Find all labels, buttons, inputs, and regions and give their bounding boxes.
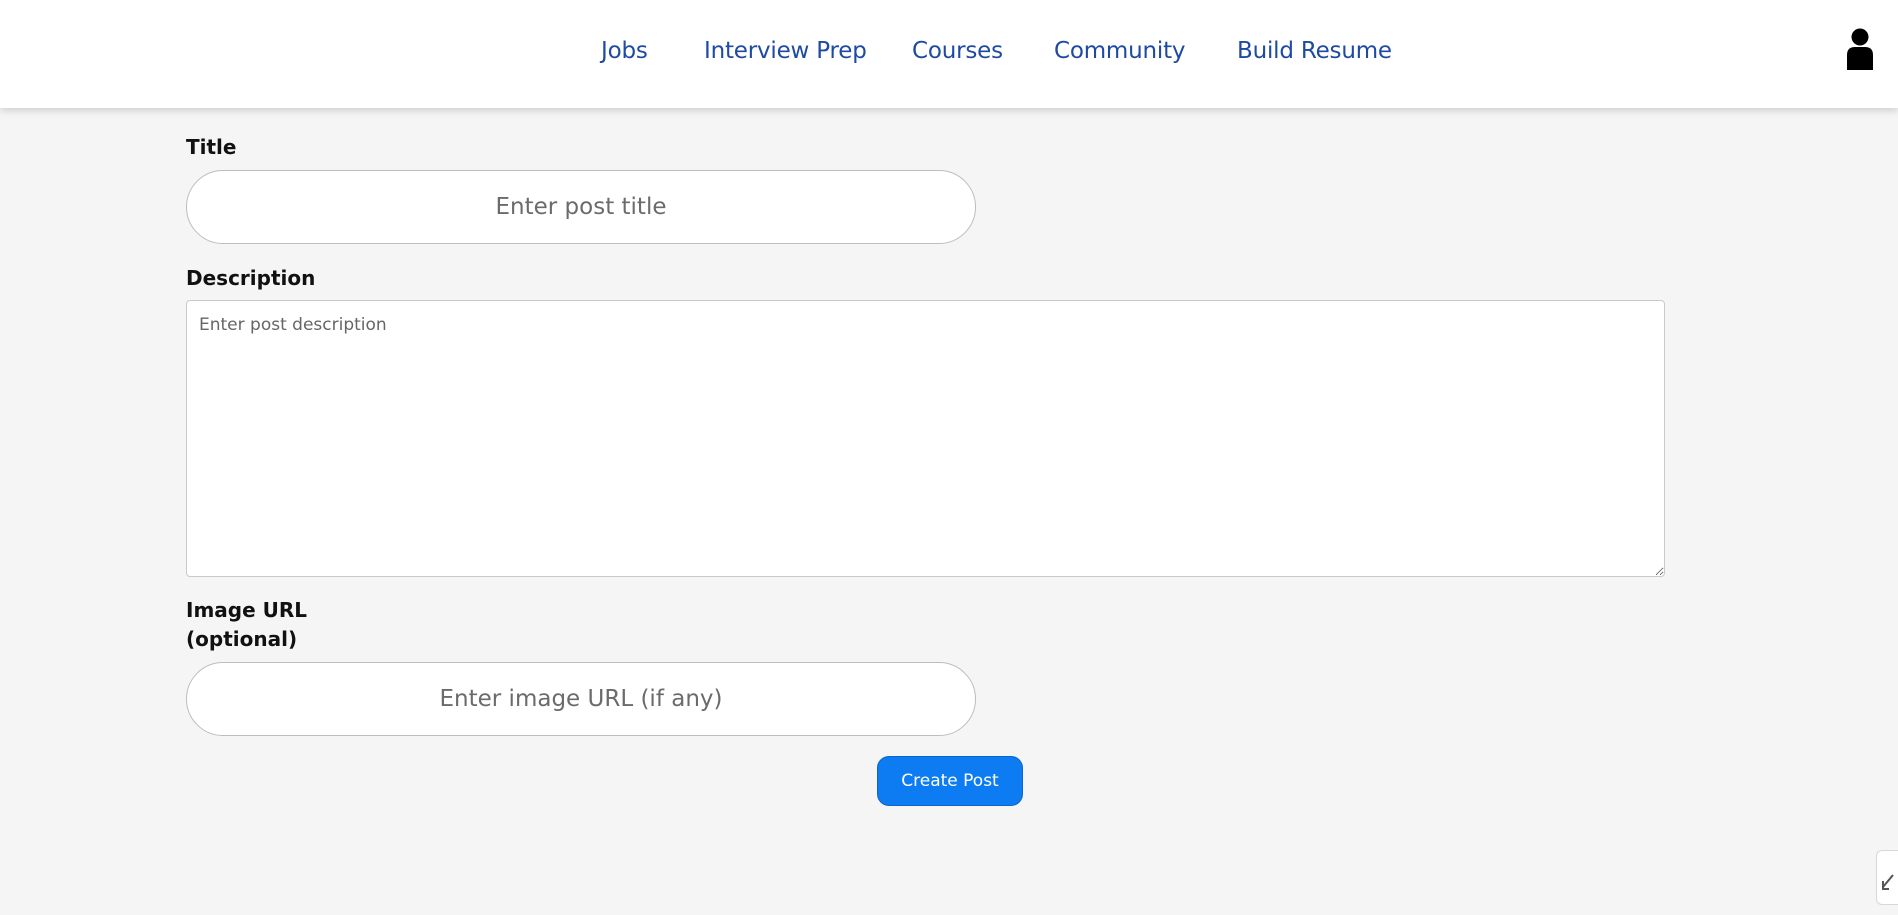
nav-link-build-resume[interactable]: Build Resume — [1237, 38, 1392, 64]
description-label: Description — [186, 266, 316, 290]
nav-link-community[interactable]: Community — [1054, 38, 1186, 64]
side-feedback-tab[interactable] — [1876, 850, 1898, 905]
image-url-label: Image URL (optional) — [186, 596, 307, 654]
create-post-button[interactable]: Create Post — [877, 756, 1023, 806]
title-label: Title — [186, 135, 237, 159]
main-nav: Jobs Interview Prep Courses Community Bu… — [0, 0, 1898, 108]
profile-button[interactable] — [1844, 28, 1876, 70]
create-post-form: Title Description Image URL (optional) C… — [0, 108, 1898, 915]
image-url-label-line2: (optional) — [186, 627, 298, 651]
nav-link-courses[interactable]: Courses — [912, 38, 1003, 64]
image-url-label-line1: Image URL — [186, 598, 308, 622]
description-textarea[interactable] — [186, 300, 1665, 577]
top-navbar: Jobs Interview Prep Courses Community Bu… — [0, 0, 1898, 108]
user-icon — [1847, 28, 1873, 70]
nav-link-interview-prep[interactable]: Interview Prep — [704, 38, 867, 64]
nav-link-jobs[interactable]: Jobs — [601, 38, 648, 64]
image-url-input[interactable] — [186, 662, 976, 736]
edit-icon — [1882, 874, 1894, 890]
title-input[interactable] — [186, 170, 976, 244]
